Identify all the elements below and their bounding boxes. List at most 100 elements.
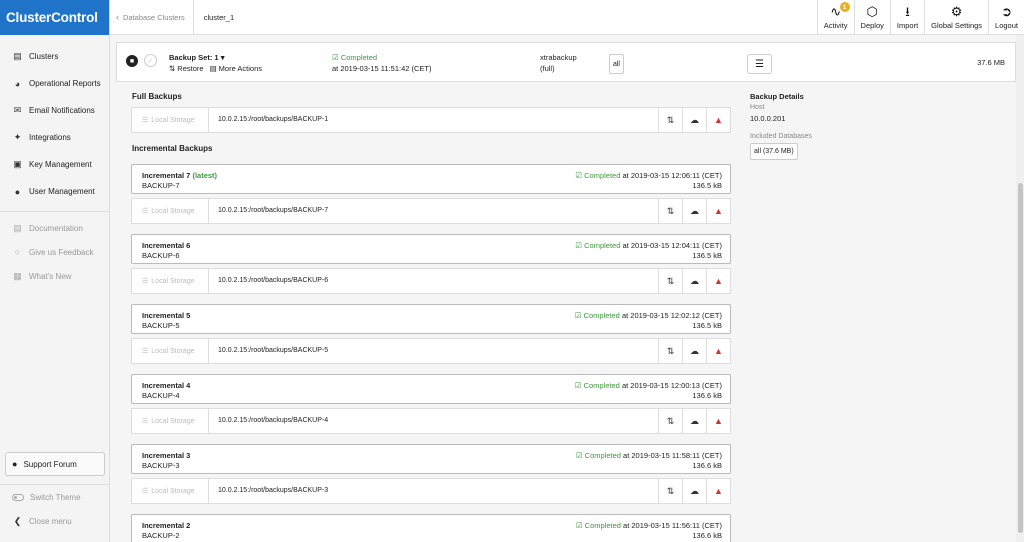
incremental-name: Incremental 7 (latest)	[142, 171, 217, 180]
trash-icon: ▲	[714, 276, 723, 286]
storage-location-text: Local Storage	[151, 347, 195, 355]
incremental-backup-card[interactable]: Incremental 6 BACKUP-6 ☑ Completed at 20…	[131, 234, 731, 264]
breadcrumb-current: cluster_1	[203, 12, 235, 22]
incremental-status: ☑ Completed at 2019-03-15 11:58:11 (CET)	[576, 451, 722, 460]
backup-set-title[interactable]: Backup Set: 1 ▾	[169, 53, 224, 62]
incremental-backups-title: Incremental Backups	[132, 144, 213, 153]
check-square-icon: ☑	[574, 381, 582, 390]
restore-button[interactable]: ⇅	[658, 199, 682, 223]
sidebar-item-user-management[interactable]: ● User Management	[0, 178, 109, 205]
lock-icon[interactable]: ■	[126, 55, 138, 67]
details-list-button[interactable]: ☰	[747, 54, 772, 74]
incremental-status-ok: ☑ Completed	[575, 381, 620, 390]
location-actions: ⇅ ☁ ▲	[658, 409, 730, 433]
list-icon: ☰	[142, 208, 149, 215]
delete-button[interactable]: ▲	[706, 269, 730, 293]
backup-method: xtrabackup (full)	[540, 53, 577, 74]
delete-button[interactable]: ▲	[706, 339, 730, 363]
restore-icon: ⇅	[666, 415, 675, 426]
upload-cloud-button[interactable]: ☁	[682, 269, 706, 293]
incremental-backup-card[interactable]: Incremental 4 BACKUP-4 ☑ Completed at 20…	[131, 374, 731, 404]
sidebar-item-email-notifications[interactable]: ✉ Email Notifications	[0, 97, 109, 124]
restore-button[interactable]: ⇅	[658, 108, 682, 132]
breadcrumb-back-link[interactable]: ‹ Database Clusters	[116, 0, 194, 35]
switch-theme-toggle[interactable]: Switch Theme	[0, 485, 110, 509]
incremental-size: 136.5 kB	[692, 181, 722, 190]
delete-button[interactable]: ▲	[706, 108, 730, 132]
incremental-backup-id: BACKUP-6	[142, 251, 180, 260]
incremental-time: at 2019-03-15 11:58:11 (CET)	[623, 451, 722, 460]
sidebar-item-operational-reports[interactable]: ◕ Operational Reports	[0, 70, 109, 97]
sidebar-item-feedback[interactable]: ○ Give us Feedback	[0, 240, 109, 264]
incremental-name-text: Incremental 7	[142, 171, 191, 180]
trash-icon: ▲	[714, 416, 723, 426]
incremental-backup-card[interactable]: Incremental 3 BACKUP-3 ☑ Completed at 20…	[131, 444, 731, 474]
lock-icon: ▣	[13, 159, 22, 169]
deploy-label: Deploy	[860, 21, 884, 30]
incremental-backup-card[interactable]: Incremental 2 BACKUP-2 ☑ Completed at 20…	[131, 514, 731, 542]
incremental-backup-card[interactable]: Incremental 5 BACKUP-5 ☑ Completed at 20…	[131, 304, 731, 334]
sidebar: ClusterControl ▤ Clusters ◕ Operational …	[0, 0, 110, 542]
toolbar: ∿ 1 Activity ⬡ Deploy ⭳ Import ⚙ Global …	[816, 0, 1024, 35]
restore-icon: ⇅	[666, 345, 675, 356]
storage-location-label: ☰ Local Storage	[132, 199, 209, 223]
activity-button[interactable]: ∿ 1 Activity	[816, 0, 854, 35]
close-menu-button[interactable]: ❮ Close menu	[0, 509, 110, 533]
incremental-name: Incremental 5	[142, 311, 191, 320]
restore-button[interactable]: ⇅	[658, 339, 682, 363]
restore-button[interactable]: ⇅	[658, 479, 682, 503]
latest-tag: (latest)	[192, 171, 218, 180]
check-circle-icon[interactable]: ✓	[144, 54, 157, 67]
restore-button[interactable]: ⇅	[658, 269, 682, 293]
upload-cloud-button[interactable]: ☁	[682, 199, 706, 223]
upload-cloud-button[interactable]: ☁	[682, 479, 706, 503]
logout-label: Logout	[995, 21, 1018, 30]
cube-icon: ⬡	[866, 4, 878, 19]
scrollbar-thumb[interactable]	[1018, 183, 1023, 533]
incremental-status-word: Completed	[584, 521, 621, 530]
support-forum-button[interactable]: ● Support Forum	[5, 452, 105, 476]
global-settings-button[interactable]: ⚙ Global Settings	[924, 0, 988, 35]
sidebar-item-documentation[interactable]: ▤ Documentation	[0, 216, 109, 240]
backup-set-actions: ⇅ Restore ▤ More Actions	[169, 64, 262, 73]
location-actions: ⇅ ☁ ▲	[658, 108, 730, 132]
backup-path: 10.0.2.15:/root/backups/BACKUP-1	[218, 116, 329, 123]
trash-icon: ▲	[714, 486, 723, 496]
incremental-status-ok: ☑ Completed	[575, 171, 620, 180]
sidebar-item-whats-new[interactable]: ▦ What's New	[0, 264, 109, 288]
more-actions-link[interactable]: ▤ More Actions	[210, 64, 262, 73]
gears-icon: ⚙	[950, 4, 963, 19]
brand-logo[interactable]: ClusterControl	[0, 0, 109, 35]
incremental-backup-card[interactable]: Incremental 7 (latest) BACKUP-7 ☑ Comple…	[131, 164, 731, 194]
puzzle-icon: ✦	[13, 132, 22, 142]
backup-set-title-text: Backup Set: 1	[169, 53, 219, 62]
delete-button[interactable]: ▲	[706, 199, 730, 223]
upload-cloud-button[interactable]: ☁	[682, 339, 706, 363]
cloud-upload-icon: ☁	[690, 275, 699, 286]
import-button[interactable]: ⭳ Import	[889, 0, 924, 35]
backup-set-status: ☑ Completed	[332, 53, 377, 62]
restore-label: Restore	[177, 64, 204, 73]
storage-location-label: ☰ Local Storage	[132, 108, 209, 132]
pie-chart-icon: ◕	[14, 78, 21, 89]
upload-cloud-button[interactable]: ☁	[682, 409, 706, 433]
location-actions: ⇅ ☁ ▲	[658, 269, 730, 293]
main-content: ■ ✓ Backup Set: 1 ▾ ⇅ Restore ▤ More Actio…	[116, 42, 1016, 542]
sidebar-item-key-management[interactable]: ▣ Key Management	[0, 151, 109, 178]
restore-button[interactable]: ⇅	[658, 409, 682, 433]
restore-link[interactable]: ⇅ Restore	[169, 64, 204, 73]
delete-button[interactable]: ▲	[706, 409, 730, 433]
included-databases-badge[interactable]: all (37.6 MB)	[750, 143, 798, 160]
activity-label: Activity	[823, 21, 848, 30]
logout-button[interactable]: ➲ Logout	[988, 0, 1024, 35]
sidebar-item-clusters[interactable]: ▤ Clusters	[0, 43, 109, 70]
upload-cloud-button[interactable]: ☁	[682, 108, 706, 132]
page-scrollbar[interactable]	[1016, 35, 1024, 542]
delete-button[interactable]: ▲	[706, 479, 730, 503]
deploy-button[interactable]: ⬡ Deploy	[853, 0, 890, 35]
sidebar-item-integrations[interactable]: ✦ Integrations	[0, 124, 109, 151]
incremental-backup-id: BACKUP-3	[142, 461, 180, 470]
gift-icon: ▦	[13, 270, 22, 281]
databases-badge[interactable]: all	[609, 54, 624, 74]
logout-icon: ➲	[1001, 4, 1012, 19]
